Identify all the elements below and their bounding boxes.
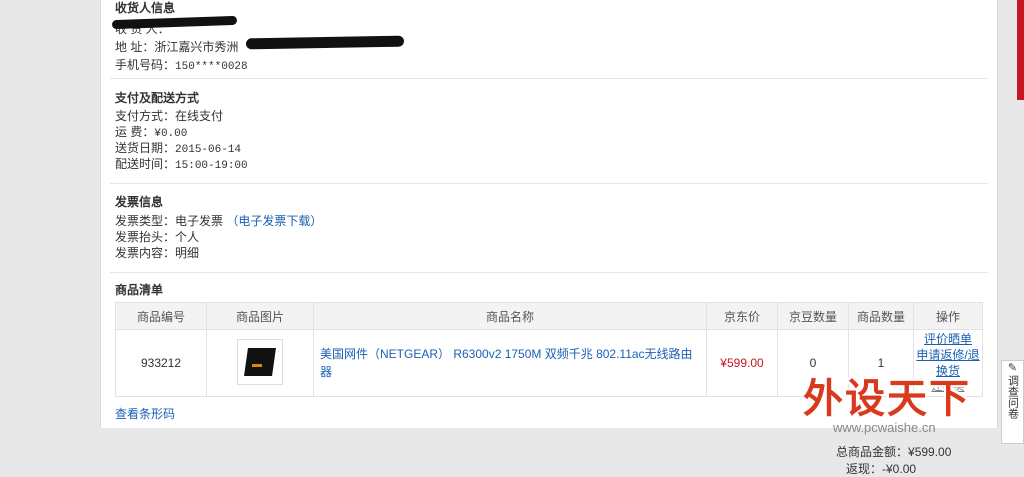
invoice-content-label: 发票内容： (115, 246, 176, 260)
total-amount-label: 总商品金额： (836, 445, 909, 459)
receiver-phone-value: 150****0028 (175, 61, 248, 73)
section-divider (110, 183, 988, 184)
header-beans: 京豆数量 (777, 302, 849, 330)
survey-button[interactable]: ✎ 调查问卷 (1001, 360, 1024, 444)
invoice-content-value: 明细 (175, 246, 200, 260)
header-price: 京东价 (706, 302, 778, 330)
invoice-type-label: 发票类型： (115, 214, 176, 228)
delivery-date-row: 送货日期：2015-06-14 (115, 140, 987, 156)
total-amount-row: 总商品金额：¥599.00 (836, 443, 951, 460)
receiver-address-label: 地 址： (115, 40, 155, 54)
receiver-address-value: 浙江嘉兴市秀洲 (154, 40, 239, 54)
watermark-url: www.pcwaishe.cn (833, 420, 936, 435)
rebate-value: -¥0.00 (882, 462, 917, 476)
section-divider (110, 78, 988, 79)
invoice-download-link[interactable]: （电子发票下载） (226, 214, 322, 228)
chat-icon: ✎ (1007, 362, 1018, 374)
payment-method-value: 在线支付 (175, 109, 224, 123)
total-amount-value: ¥599.00 (908, 445, 952, 459)
header-qty: 商品数量 (848, 302, 914, 330)
delivery-time-value: 15:00-19:00 (175, 160, 248, 172)
side-accent-bar (1017, 0, 1024, 100)
payment-method-label: 支付方式： (115, 109, 176, 123)
invoice-section: 发票信息 发票类型：电子发票 （电子发票下载） 发票抬头：个人 发票内容：明细 (115, 194, 987, 261)
header-ops: 操作 (913, 302, 983, 330)
watermark-logo: 外设天下 (803, 376, 971, 422)
invoice-head-label: 发票抬头： (115, 230, 176, 244)
receiver-phone-label: 手机号码： (115, 58, 176, 72)
review-link[interactable]: 评价晒单 (915, 331, 981, 347)
delivery-date-value: 2015-06-14 (175, 144, 242, 156)
invoice-title: 发票信息 (115, 195, 164, 209)
payment-title: 支付及配送方式 (115, 91, 200, 105)
cell-name: 美国网件（NETGEAR） R6300v2 1750M 双频千兆 802.11a… (313, 329, 707, 397)
product-name-link[interactable]: 美国网件（NETGEAR） R6300v2 1750M 双频千兆 802.11a… (320, 347, 693, 379)
receiver-phone-row: 手机号码：150****0028 (115, 57, 987, 73)
shipping-fee-value: ¥0.00 (154, 128, 188, 140)
cell-sku: 933212 (115, 329, 207, 397)
invoice-head-row: 发票抬头：个人 (115, 229, 987, 245)
invoice-content-row: 发票内容：明细 (115, 245, 987, 261)
payment-method-row: 支付方式：在线支付 (115, 108, 987, 124)
invoice-type-value: 电子发票 (175, 214, 224, 228)
shipping-fee-row: 运 费：¥0.00 (115, 124, 987, 140)
barcode-link[interactable]: 查看条形码 (115, 405, 175, 422)
delivery-time-row: 配送时间：15:00-19:00 (115, 156, 987, 172)
header-name: 商品名称 (313, 302, 707, 330)
shipping-fee-label: 运 费： (115, 125, 155, 139)
invoice-type-row: 发票类型：电子发票 （电子发票下载） (115, 213, 987, 229)
rebate-label: 返现： (846, 462, 883, 476)
delivery-time-label: 配送时间： (115, 157, 176, 171)
header-sku: 商品编号 (115, 302, 207, 330)
header-image: 商品图片 (206, 302, 314, 330)
cell-price: ¥599.00 (706, 329, 778, 397)
payment-section: 支付及配送方式 支付方式：在线支付 运 费：¥0.00 送货日期：2015-06… (115, 90, 987, 172)
rebate-row: 返现：-¥0.00 (846, 460, 916, 477)
goods-title: 商品清单 (115, 283, 164, 297)
receiver-title: 收货人信息 (115, 1, 176, 15)
cell-image (206, 329, 314, 397)
goods-table-header: 商品编号 商品图片 商品名称 京东价 京豆数量 商品数量 操作 (115, 302, 983, 330)
product-thumbnail[interactable] (237, 338, 283, 385)
section-divider (110, 272, 988, 273)
invoice-head-value: 个人 (175, 230, 200, 244)
receiver-section: 收货人信息 收 货 人： 地 址：浙江嘉兴市秀洲 手机号码：150****002… (115, 0, 987, 73)
delivery-date-label: 送货日期： (115, 141, 176, 155)
receiver-name-row: 收 货 人： (115, 21, 987, 37)
survey-label: 调查问卷 (1006, 375, 1019, 419)
